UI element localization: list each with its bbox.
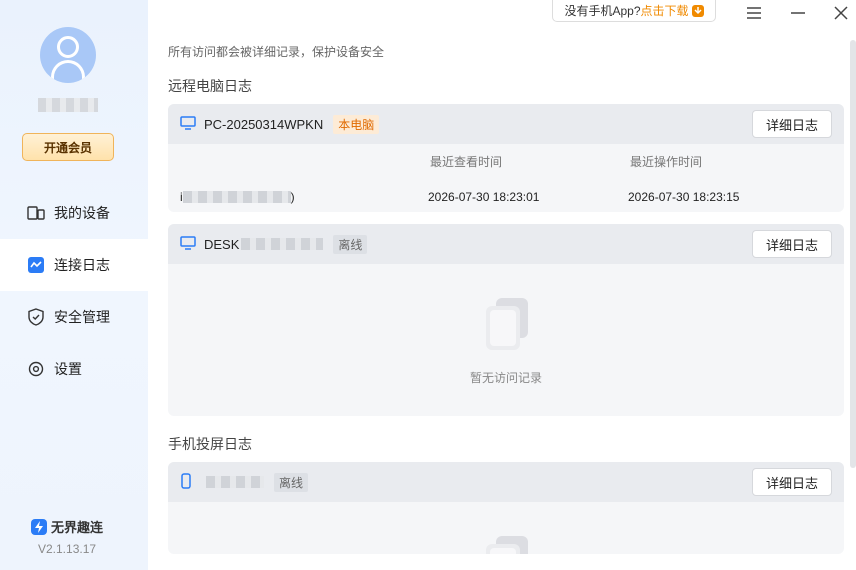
brand: 无界趣连 (31, 517, 103, 536)
nav-my-devices[interactable]: 我的设备 (0, 187, 148, 239)
version-text: V2.1.13.17 (38, 542, 97, 556)
device-name: PC-20250314WPKN (204, 116, 324, 132)
remote-section-title: 远程电脑日志 (168, 78, 252, 94)
brand-name: 无界趣连 (51, 520, 104, 535)
sidebar: 开通会员 我的设备 连接日志 安全管理 设置 无界趣连 V2.1.13.17 (0, 0, 148, 570)
detail-log-button[interactable]: 详细日志 (752, 468, 832, 496)
devices-icon (27, 204, 45, 222)
main-content: 所有访问都会被详细记录，保护设备安全 远程电脑日志 PC-20250314WPK… (148, 0, 856, 570)
device-name: DESK (204, 236, 240, 252)
nav-connection-log[interactable]: 连接日志 (0, 239, 148, 291)
nav-label: 设置 (54, 361, 82, 377)
column-header: 最近操作时间 (630, 155, 703, 169)
device-card-header: PC-20250314WPKN 本电脑 详细日志 (168, 104, 844, 144)
device-name-redacted (206, 476, 264, 488)
phone-icon (180, 472, 192, 492)
ip-suffix: ) (290, 190, 295, 204)
device-name-redacted (241, 238, 324, 250)
device-card: DESK 离线 详细日志 暂无访问记录 (168, 224, 844, 416)
empty-records-icon (484, 296, 528, 350)
device-card-header: DESK 离线 详细日志 (168, 224, 844, 264)
column-header: 最近查看时间 (430, 155, 503, 169)
visitor-ip: i ) (180, 190, 295, 204)
ip-redacted (182, 191, 291, 203)
security-notice: 所有访问都会被详细记录，保护设备安全 (168, 45, 385, 59)
log-icon (27, 256, 45, 274)
settings-icon (27, 360, 45, 378)
detail-log-button[interactable]: 详细日志 (752, 110, 832, 138)
device-card: PC-20250314WPKN 本电脑 详细日志 最近查看时间 最近操作时间 i… (168, 104, 844, 212)
nav-label: 连接日志 (54, 257, 110, 273)
device-tag: 本电脑 (333, 114, 380, 134)
brand-logo-icon (31, 518, 47, 535)
monitor-icon (180, 115, 196, 133)
empty-records-icon (484, 534, 528, 554)
shield-icon (27, 308, 45, 326)
last-op-time: 2026-07-30 18:23:15 (628, 190, 740, 204)
vip-button[interactable]: 开通会员 (22, 133, 114, 161)
device-card-header: 离线 详细日志 (168, 462, 844, 502)
device-tag: 离线 (333, 234, 368, 254)
nav-settings[interactable]: 设置 (0, 343, 148, 395)
last-view-time: 2026-07-30 18:23:01 (428, 190, 540, 204)
user-avatar-icon[interactable] (40, 27, 96, 83)
nav-security[interactable]: 安全管理 (0, 291, 148, 343)
nav-label: 我的设备 (54, 205, 110, 221)
username-redacted (38, 98, 98, 112)
mobile-section-title: 手机投屏日志 (168, 436, 252, 452)
empty-text: 暂无访问记录 (469, 371, 542, 385)
scrollbar[interactable] (850, 40, 856, 468)
detail-log-button[interactable]: 详细日志 (752, 230, 832, 258)
device-tag: 离线 (274, 472, 309, 492)
monitor-icon (180, 235, 196, 253)
nav-label: 安全管理 (54, 309, 110, 325)
mobile-device-card: 离线 详细日志 (168, 462, 844, 554)
